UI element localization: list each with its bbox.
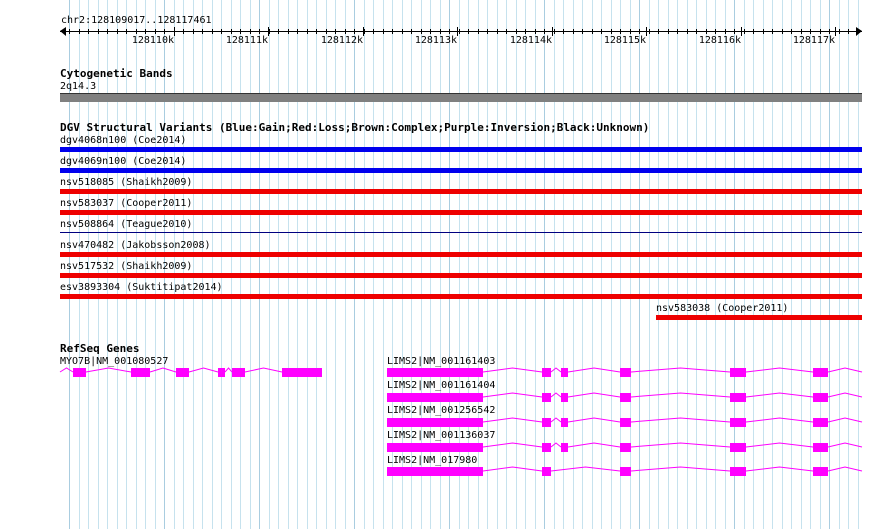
gene-exon [730,393,746,402]
gene-intron [550,367,562,373]
gene-exon [282,368,322,377]
gene-intron [550,417,562,423]
gene-models [59,367,863,476]
gene-intron [567,442,621,448]
gene-intron [630,442,731,448]
gene-exon [561,368,568,377]
gene-model[interactable] [387,367,863,377]
gene-exon [387,418,483,427]
gene-exon [542,467,551,476]
gene-exon [542,393,551,402]
gene-exon [730,418,746,427]
gene-intron [745,392,814,398]
gene-exon [813,467,828,476]
gene-intron [567,392,621,398]
gene-model[interactable] [387,442,863,452]
gene-exon [620,467,631,476]
gene-exon [542,368,551,377]
genome-browser-view: chr2:128109017..128117461 128110k 128111k… [0,0,890,529]
gene-exon [176,368,189,377]
gene-exon [387,443,483,452]
gene-intron [482,367,543,373]
gene-intron [224,367,233,373]
gene-intron [550,466,621,472]
gene-exon [73,368,86,377]
gene-exon [561,443,568,452]
gene-intron [550,392,562,398]
gene-exon [561,418,568,427]
gene-exon [131,368,150,377]
gene-exon [542,443,551,452]
gene-intron [482,392,543,398]
gene-model[interactable] [59,367,322,377]
gene-exon [620,418,631,427]
gene-intron [827,417,863,423]
gene-model[interactable] [387,417,863,427]
gene-intron [59,367,74,373]
gene-intron [482,466,543,472]
gene-exon [813,368,828,377]
gene-intron [827,392,863,398]
gene-exon [387,467,483,476]
gene-exon [813,443,828,452]
gene-exon [387,393,483,402]
gene-intron [827,442,863,448]
gene-model[interactable] [387,466,863,476]
gene-exon [730,368,746,377]
gene-intron [827,466,863,472]
gene-intron [188,367,219,373]
gene-exon [813,393,828,402]
gene-intron [244,367,283,373]
gene-intron [630,466,731,472]
gene-intron [630,392,731,398]
gene-intron [149,367,177,373]
gene-exon [542,418,551,427]
gene-exon [218,368,225,377]
gene-intron [745,442,814,448]
gene-intron [745,367,814,373]
gene-intron [482,417,543,423]
gene-intron [630,367,731,373]
gene-intron [745,466,814,472]
gene-exon [561,393,568,402]
gene-exon [730,443,746,452]
gene-intron [482,442,543,448]
gene-model[interactable] [387,392,863,402]
gene-intron [630,417,731,423]
gene-exon [620,393,631,402]
gene-intron [745,417,814,423]
gene-intron [550,442,562,448]
gene-intron [85,367,132,373]
gene-intron [827,367,863,373]
gene-exon [730,467,746,476]
gene-intron [567,417,621,423]
gene-exon [387,368,483,377]
gene-exon [620,443,631,452]
gene-exon [620,368,631,377]
gene-exon [232,368,245,377]
gene-intron [567,367,621,373]
gene-exon [813,418,828,427]
